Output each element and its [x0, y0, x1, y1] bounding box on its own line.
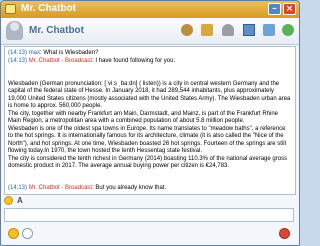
send-link-icon[interactable]	[201, 24, 213, 36]
message-text: I have found following for you:	[95, 58, 176, 64]
message-sender: Mr. Chatbot - Broadcast	[28, 58, 93, 64]
contact-header: Mr. Chatbot	[1, 18, 299, 45]
window-title: Mr. Chatbot	[21, 3, 76, 14]
bottom-bar	[4, 227, 294, 241]
attachment-icon[interactable]	[22, 228, 33, 239]
close-button[interactable]: ×	[283, 3, 296, 15]
close-chat-icon[interactable]	[279, 228, 290, 239]
chat-paragraph: Wiesbaden (German pronunciation: [ˈviːs …	[8, 81, 291, 110]
window-icon[interactable]	[243, 24, 255, 36]
font-format-button[interactable]: A	[17, 196, 23, 205]
history-icon[interactable]	[222, 24, 234, 36]
message-text: What is Wiesbaden?	[43, 50, 99, 56]
chat-paragraph: The city is considered the tenth richest…	[8, 156, 288, 170]
message-time: (14:13)	[8, 185, 28, 191]
chat-message: (14:13) Mr. Chatbot - Broadcast: But you…	[8, 185, 167, 191]
contact-name: Mr. Chatbot	[29, 25, 84, 36]
chat-app-icon	[5, 4, 16, 14]
minimize-button[interactable]: –	[268, 3, 281, 15]
add-contact-icon[interactable]	[282, 24, 294, 36]
message-sender: Mr. Chatbot - Broadcast	[28, 185, 93, 191]
message-time: (14:13)	[8, 50, 28, 56]
message-sender: max	[28, 50, 41, 56]
chat-message: (14:13) max: What is Wiesbaden?	[8, 50, 99, 56]
screen-icon[interactable]	[263, 24, 275, 36]
chat-history[interactable]: (14:13) max: What is Wiesbaden? (14:13) …	[4, 46, 296, 195]
message-text: But you already know that.	[95, 185, 167, 191]
send-file-icon[interactable]	[181, 24, 193, 36]
message-time: (14:13)	[8, 58, 28, 64]
emoticon-icon[interactable]	[8, 228, 19, 239]
chat-message: (14:13) Mr. Chatbot - Broadcast: I have …	[8, 58, 176, 64]
message-input[interactable]	[4, 208, 294, 222]
chat-window: Mr. Chatbot – × Mr. Chatbot (14:13) max:…	[0, 0, 300, 246]
title-bar[interactable]: Mr. Chatbot – ×	[1, 1, 299, 18]
chat-paragraph: Wiesbaden is one of the oldest spa towns…	[8, 126, 286, 155]
emoticon-icon[interactable]	[4, 196, 13, 205]
composer-toolbar: A	[4, 196, 294, 206]
chat-paragraph: The city, together with nearby Frankfurt…	[8, 111, 278, 125]
avatar	[6, 21, 23, 40]
